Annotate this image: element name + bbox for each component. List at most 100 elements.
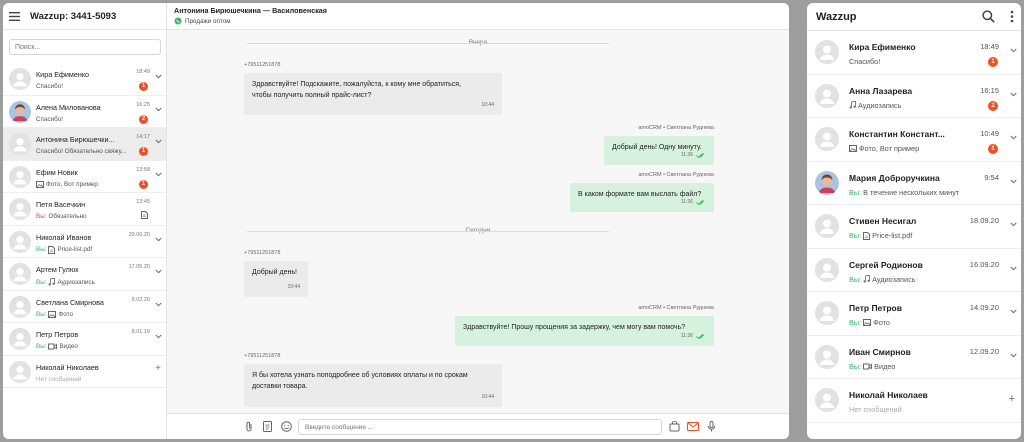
chevron-down-icon[interactable] (155, 269, 162, 274)
search-icon[interactable] (982, 10, 995, 23)
chat-list-item[interactable]: Ефим Новик Фото, Вот пример 13:58 1 (3, 161, 166, 193)
image-icon (849, 145, 857, 152)
chevron-down-icon[interactable] (1010, 266, 1017, 271)
chat-header: Антонина Бирюшечкина — Василовенская Про… (167, 3, 789, 30)
avatar (815, 83, 839, 108)
microphone-icon[interactable] (707, 421, 716, 432)
chevron-down-icon[interactable] (155, 334, 162, 339)
chat-list-item[interactable]: Анна Лазарева Аудиозапись 16:15 2 (807, 75, 1021, 118)
you-prefix: Вы: (849, 274, 862, 284)
chat-list-item[interactable]: Светлана Смирнова Вы: Фото 9.02.20 (3, 291, 166, 323)
bag-icon[interactable] (669, 421, 680, 432)
contact-name: Николай Николаев (849, 390, 928, 400)
sidebar-header: Wazzup: 3441-5093 (3, 3, 166, 30)
chat-list-item[interactable]: Алена Милованова Спасибо! 16:25 2 (3, 96, 166, 128)
chevron-down-icon[interactable] (1010, 135, 1017, 140)
message-time: 10:49 (980, 129, 999, 138)
composer-bar (167, 413, 789, 439)
avatar (815, 127, 839, 151)
attach-icon[interactable] (245, 421, 253, 432)
chevron-down-icon[interactable] (155, 172, 162, 177)
chat-panel: Антонина Бирюшечкина — Василовенская Про… (167, 3, 789, 439)
chat-list-item[interactable]: Николай Николаев Нет сообщений + (807, 379, 1021, 423)
chevron-down-icon[interactable] (1010, 179, 1017, 184)
chevron-down-icon[interactable] (155, 139, 162, 144)
chat-list-item[interactable]: Константин Констант... Фото, Вот пример 10… (807, 118, 1021, 162)
preview-text: Видео (874, 361, 896, 371)
chat-subtitle: Продажи оптом (174, 17, 231, 25)
preview-text: Фото, Вот пример (46, 180, 98, 188)
chat-list-item[interactable]: Петя Васечкин Вы: Обязательно 13:45 (3, 193, 166, 226)
channel-label: Продажи оптом (185, 17, 231, 25)
chat-list-item[interactable]: Иван Смирнов Вы: Видео 12.09.20 (807, 336, 1021, 379)
image-icon (36, 180, 44, 188)
message-time: 17.05.20 (128, 264, 150, 270)
contact-name: Петя Васечкин (36, 200, 86, 209)
chat-list-item[interactable]: Николай Иванов Вы: Price-list.pdf 29.06.20 (3, 226, 166, 258)
chat-list-item[interactable]: Антонина Бирюшечки... Спасибо! Обязательн… (3, 128, 166, 161)
chat-list-item[interactable]: Петр Петров Вы: Видео 8.01.19 (3, 323, 166, 356)
menu-icon[interactable] (9, 11, 20, 21)
mobile-window: Wazzup Кира Ефименко Спасибо! 18:49 1 Анна Л… (807, 3, 1021, 439)
plus-icon[interactable]: + (1009, 393, 1015, 405)
message-time: 10:44 (481, 102, 494, 108)
chevron-down-icon[interactable] (155, 74, 162, 79)
chevron-down-icon[interactable] (155, 237, 162, 242)
contact-name: Анна Лазарева (849, 85, 913, 96)
last-message-preview: Спасибо! (849, 57, 961, 66)
chevron-down-icon[interactable] (1010, 92, 1017, 97)
message-time: 18.09.20 (969, 216, 999, 225)
emoji-icon[interactable] (281, 421, 292, 432)
unread-badge: 2 (139, 114, 148, 124)
last-message-preview: Нет сообщений (36, 376, 131, 383)
avatar (815, 40, 839, 64)
message-input[interactable] (298, 419, 662, 435)
message-time: 11:36 (681, 331, 706, 342)
preview-text: Нет сообщений (849, 405, 902, 414)
chat-list-sidebar: Wazzup: 3441-5093 Кира Ефименко Спасибо! 1… (3, 3, 167, 439)
template-icon[interactable] (263, 421, 272, 432)
chevron-down-icon[interactable] (155, 107, 162, 112)
desktop-window: Wazzup: 3441-5093 Кира Ефименко Спасибо! 1… (3, 3, 789, 439)
preview-text: Фото (873, 318, 890, 327)
preview-text: Price-list.pdf (872, 231, 913, 240)
double-check-icon (696, 200, 705, 205)
message-time: 16:25 (136, 101, 150, 108)
plus-icon[interactable]: + (155, 363, 161, 374)
message-time: 12.09.20 (969, 346, 999, 356)
chevron-down-icon[interactable] (1010, 353, 1017, 358)
message-bubble-in: Здравствуйте! Подскажите, пожалуйста, к … (244, 73, 502, 115)
unread-badge: 1 (139, 147, 148, 156)
chat-title: Антонина Бирюшечкина — Василовенская (174, 6, 327, 15)
chevron-down-icon[interactable] (1010, 222, 1017, 227)
chat-list-item[interactable]: Петр Петров Вы: Фото 14.09.20 (807, 292, 1021, 336)
message-time: 16:15 (980, 85, 999, 95)
chat-list-item[interactable]: Николай Николаев Нет сообщений + (3, 356, 166, 388)
last-message-preview: Вы: Price-list.pdf (36, 245, 131, 254)
contact-name: Петр Петров (849, 303, 902, 313)
preview-text: Спасибо! (36, 115, 63, 123)
last-message-preview: Фото, Вот пример (849, 144, 961, 153)
avatar (9, 198, 31, 220)
avatar (9, 328, 31, 350)
you-prefix: Вы: (36, 213, 47, 220)
more-vert-icon[interactable] (1010, 10, 1014, 23)
avatar (9, 165, 31, 188)
you-prefix: Вы: (36, 278, 47, 286)
avatar (815, 388, 839, 412)
avatar (9, 295, 31, 318)
preview-text: Спасибо! (36, 83, 63, 90)
you-prefix: Вы: (849, 318, 862, 327)
chat-list-item[interactable]: Кира Ефименко Спасибо! 18:49 1 (3, 63, 166, 96)
chat-list-item[interactable]: Стивен Несигал Вы: Price-list.pdf 18.09.20 (807, 205, 1021, 249)
chat-list-item[interactable]: Сергей Родионов Вы: Аудиозапись 16.09.20 (807, 249, 1021, 292)
chat-list-item[interactable]: Кира Ефименко Спасибо! 18:49 1 (807, 31, 1021, 75)
chevron-down-icon[interactable] (1010, 48, 1017, 53)
you-prefix: Вы: (36, 310, 47, 318)
chat-list-item[interactable]: Мария Доброручкина Вы: В течение нескольки… (807, 162, 1021, 205)
chat-list-item[interactable]: Артем Гулюк Вы: Аудиозапись 17.05.20 (3, 258, 166, 291)
chevron-down-icon[interactable] (1010, 309, 1017, 314)
mail-icon[interactable] (687, 421, 699, 432)
chevron-down-icon[interactable] (155, 302, 162, 307)
search-input[interactable] (9, 39, 161, 55)
